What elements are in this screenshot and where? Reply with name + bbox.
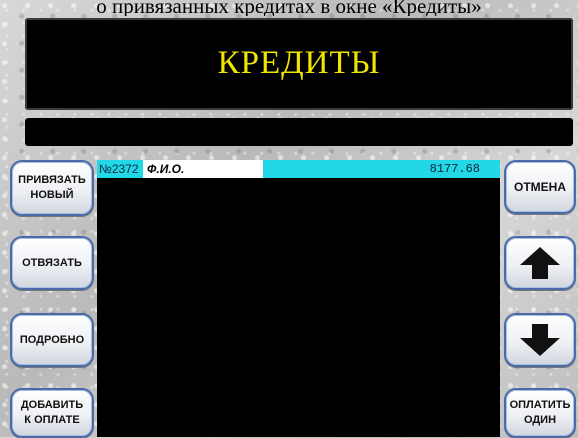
bind-new-label-line1: ПРИВЯЗАТЬ xyxy=(18,174,86,186)
cancel-button[interactable]: ОТМЕНА xyxy=(504,160,576,214)
arrow-up-icon xyxy=(518,245,562,281)
credit-name: Ф.И.О. xyxy=(143,160,263,178)
add-to-payment-button[interactable]: ДОБАВИТЬ К ОПЛАТЕ xyxy=(10,388,94,438)
page-title: КРЕДИТЫ xyxy=(217,45,381,81)
unbind-button[interactable]: ОТВЯЗАТЬ xyxy=(10,236,94,290)
details-label: ПОДРОБНО xyxy=(19,333,85,346)
pay-one-button[interactable]: ОПЛАТИТЬ ОДИН xyxy=(504,388,576,438)
arrow-down-icon xyxy=(518,322,562,358)
pay-one-label-line1: ОПЛАТИТЬ xyxy=(509,399,571,411)
add-to-payment-label-line2: К ОПЛАТЕ xyxy=(24,414,80,426)
status-bar xyxy=(25,118,573,146)
cancel-label: ОТМЕНА xyxy=(514,179,566,194)
add-to-payment-label-line1: ДОБАВИТЬ xyxy=(20,399,84,411)
pay-one-label-line2: ОДИН xyxy=(523,414,557,426)
bind-new-button[interactable]: ПРИВЯЗАТЬ НОВЫЙ xyxy=(10,160,94,216)
scroll-down-button[interactable] xyxy=(504,313,576,367)
credit-number: №2372 xyxy=(97,160,143,178)
bind-new-label-line2: НОВЫЙ xyxy=(30,189,74,201)
credit-list: №2372 Ф.И.О. 8177.68 xyxy=(97,160,500,437)
title-panel: КРЕДИТЫ xyxy=(25,18,573,110)
unbind-label: ОТВЯЗАТЬ xyxy=(22,256,82,269)
scroll-up-button[interactable] xyxy=(504,236,576,290)
page-caption: о привязанных кредитах в окне «Кредиты» xyxy=(96,0,482,16)
credit-row[interactable]: №2372 Ф.И.О. 8177.68 xyxy=(97,160,500,178)
credit-sum: 8177.68 xyxy=(263,160,500,178)
details-button[interactable]: ПОДРОБНО xyxy=(10,313,94,367)
